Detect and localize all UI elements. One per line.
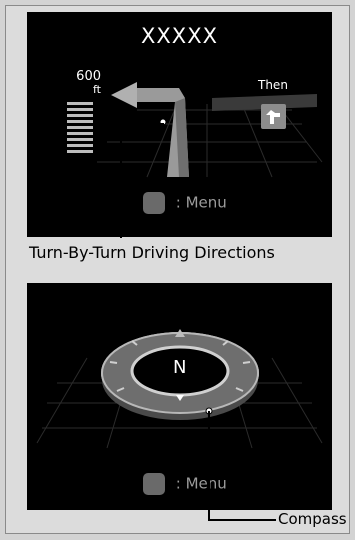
menu-label: : Menu: [175, 193, 227, 212]
dpad-icon: [143, 473, 165, 495]
menu-hint: : Menu: [143, 192, 227, 214]
callout-line: [120, 123, 164, 125]
distance-readout: 600 ft: [67, 70, 101, 96]
turn-by-turn-screen: XXXXX 600 ft Then: Menu: [27, 12, 332, 237]
turn-by-turn-caption: Turn-By-Turn Driving Directions: [29, 243, 275, 262]
compass-caption: Compass: [278, 510, 347, 528]
callout-line: [208, 519, 276, 521]
distance-value: 600: [76, 69, 101, 84]
callout-line: [120, 123, 122, 238]
distance-unit: ft: [93, 83, 101, 96]
compass-screen: N : Menu: [27, 283, 332, 510]
then-label: Then: [258, 78, 288, 92]
compass-heading: N: [173, 357, 187, 378]
next-turn-icon: [261, 104, 286, 129]
menu-hint: : Menu: [143, 473, 227, 495]
callout-line: [208, 411, 210, 520]
dpad-icon: [143, 192, 165, 214]
menu-label: : Menu: [175, 474, 227, 493]
